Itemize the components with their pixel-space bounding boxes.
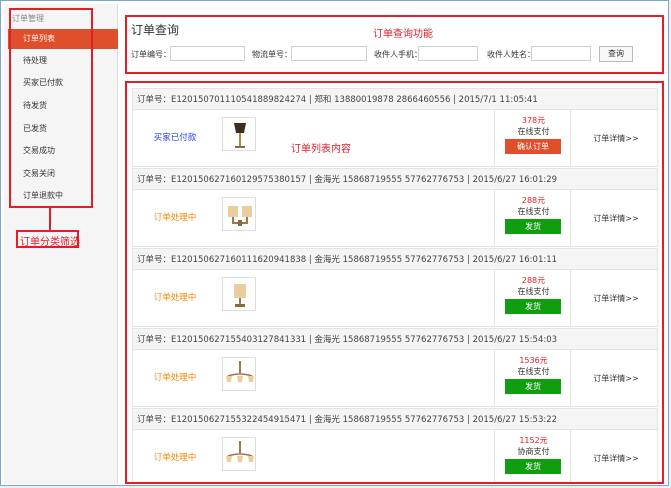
sidebar-item-buyer-paid[interactable]: 买家已付款 xyxy=(12,75,118,91)
order-detail-link[interactable]: 订单详情>> xyxy=(573,110,659,167)
order-body: 订单处理中 288元 在线支付 发货 订单详情>> xyxy=(132,190,658,247)
order-body: 买家已付款 378元 在线支付 确认订单 订单详情>> xyxy=(132,110,658,167)
query-title: 订单查询 xyxy=(131,23,180,37)
order-header: 订单号：E1201506271554031278413​31 | 金海光 158… xyxy=(132,328,658,350)
confirm-order-button[interactable]: 确认订单 xyxy=(505,139,561,154)
order-header: 订单号：E1201506271601116209418​38 | 金海光 158… xyxy=(132,248,658,270)
recipient-phone-label: 收件人手机： xyxy=(374,50,422,59)
order-status: 订单处理中 xyxy=(153,213,197,223)
filter-annotation-text: 订单分类筛选 xyxy=(20,237,80,248)
sidebar-item-order-list[interactable]: 订单列表 xyxy=(8,29,118,49)
order-body: 订单处理中 288元 在线支付 发货 订单详情>> xyxy=(132,270,658,327)
chandelier-thumbnail[interactable] xyxy=(222,357,256,391)
order-price: 288元 xyxy=(521,196,546,205)
order-card: 订单号：E1201506271601295753801​57 | 金海光 158… xyxy=(132,168,658,248)
order-status: 订单处理中 xyxy=(153,373,197,383)
recipient-name-label: 收件人姓名： xyxy=(487,50,535,59)
order-card: 订单号：E1201507011105418898242​74 | 郑和 1388… xyxy=(132,88,658,168)
ship-button[interactable]: 发货 xyxy=(505,459,561,474)
ship-button[interactable]: 发货 xyxy=(505,299,561,314)
recipient-phone-input[interactable] xyxy=(418,46,478,61)
order-detail-link[interactable]: 订单详情>> xyxy=(573,190,659,247)
order-number-input[interactable] xyxy=(170,46,245,61)
ship-button[interactable]: 发货 xyxy=(505,219,561,234)
tracking-number-label: 物流单号： xyxy=(252,50,292,59)
order-price: 288元 xyxy=(521,276,546,285)
order-detail-link[interactable]: 订单详情>> xyxy=(573,270,659,327)
annotation-connector xyxy=(49,208,51,230)
app-window: 订单管理 订单列表 待处理 买家已付款 待发货 已发货 交易成功 交易关闭 订单… xyxy=(0,0,669,486)
sidebar-item-to-ship[interactable]: 待发货 xyxy=(12,98,118,114)
order-body: 订单处理中 1536元 在线支付 发货 订单详情>> xyxy=(132,350,658,407)
order-query-panel: 订单查询 订单编号： 物流单号： 收件人手机： 收件人姓名： 查询 xyxy=(126,15,663,72)
order-price: 378元 xyxy=(521,116,546,125)
payment-method: 在线支付 xyxy=(517,367,550,376)
recipient-name-input[interactable] xyxy=(531,46,591,61)
sidebar-item-closed[interactable]: 交易关闭 xyxy=(12,166,118,182)
list-annotation-text: 订单列表内容 xyxy=(291,144,351,155)
wall-lamp-thumbnail[interactable] xyxy=(222,197,256,231)
payment-cell: 288元 在线支付 发货 xyxy=(494,270,571,327)
order-detail-link[interactable]: 订单详情>> xyxy=(573,350,659,407)
order-number-label: 订单编号： xyxy=(131,50,171,59)
ship-button[interactable]: 发货 xyxy=(505,379,561,394)
payment-method: 在线支付 xyxy=(517,127,550,136)
order-card: 订单号：E1201506271554031278413​31 | 金海光 158… xyxy=(132,328,658,408)
payment-cell: 1152元 协商支付 发货 xyxy=(494,430,571,484)
order-status: 买家已付款 xyxy=(153,133,197,143)
order-price: 1152元 xyxy=(519,436,548,445)
payment-cell: 288元 在线支付 发货 xyxy=(494,190,571,247)
payment-method: 在线支付 xyxy=(517,207,550,216)
payment-cell: 1536元 在线支付 发货 xyxy=(494,350,571,407)
query-button[interactable]: 查询 xyxy=(599,46,633,62)
order-body: 订单处理中 1152元 协商支付 发货 订单详情>> xyxy=(132,430,658,484)
chandelier-thumbnail[interactable] xyxy=(222,437,256,471)
order-status: 订单处理中 xyxy=(153,293,197,303)
order-detail-link[interactable]: 订单详情>> xyxy=(573,430,659,484)
payment-method: 在线支付 xyxy=(517,287,550,296)
order-status: 订单处理中 xyxy=(153,453,197,463)
order-header: 订单号：E1201507011105418898242​74 | 郑和 1388… xyxy=(132,88,658,110)
wall-lamp-thumbnail[interactable] xyxy=(222,277,256,311)
order-header: 订单号：E1201506271601295753801​57 | 金海光 158… xyxy=(132,168,658,190)
order-card: 订单号：E1201506271601116209418​38 | 金海光 158… xyxy=(132,248,658,328)
sidebar-title: 订单管理 xyxy=(12,14,44,23)
order-card: 订单号：E1201506271553224549154​71 | 金海光 158… xyxy=(132,408,658,484)
sidebar-item-shipped[interactable]: 已发货 xyxy=(12,121,118,137)
order-list: 订单号：E1201507011105418898242​74 | 郑和 1388… xyxy=(127,82,663,484)
sidebar-item-pending[interactable]: 待处理 xyxy=(12,53,118,69)
payment-method: 协商支付 xyxy=(517,447,550,456)
floor-lamp-thumbnail[interactable] xyxy=(222,117,256,151)
sidebar-item-completed[interactable]: 交易成功 xyxy=(12,143,118,159)
payment-cell: 378元 在线支付 确认订单 xyxy=(494,110,571,167)
query-annotation-text: 订单查询功能 xyxy=(373,29,433,40)
tracking-number-input[interactable] xyxy=(291,46,367,61)
order-header: 订单号：E1201506271553224549154​71 | 金海光 158… xyxy=(132,408,658,430)
order-price: 1536元 xyxy=(519,356,548,365)
sidebar-item-refunding[interactable]: 订单退款中 xyxy=(12,188,118,204)
